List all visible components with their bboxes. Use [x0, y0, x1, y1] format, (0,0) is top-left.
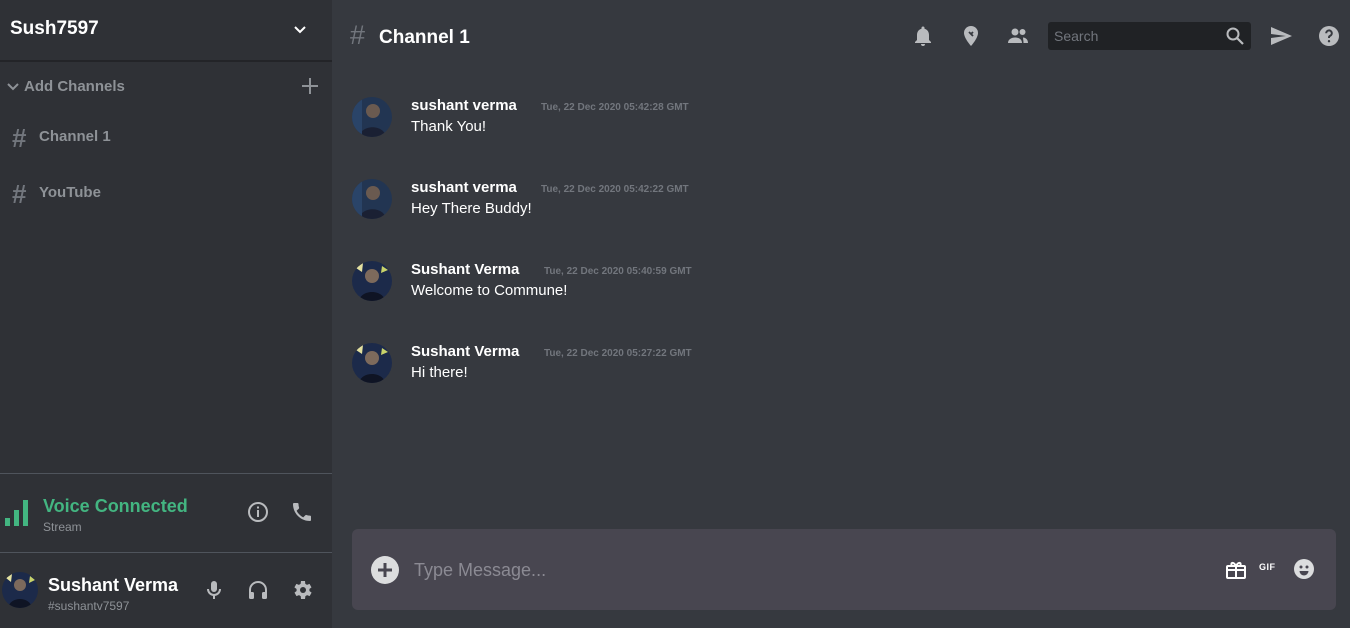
- voice-status-panel: Voice Connected Stream: [0, 473, 332, 553]
- user-tag: #sushantv7597: [48, 599, 130, 613]
- message-author[interactable]: Sushant Verma: [411, 343, 519, 360]
- message: Sushant Verma Tue, 22 Dec 2020 05:27:22 …: [352, 343, 1052, 395]
- bell-icon[interactable]: [911, 24, 935, 48]
- pin-icon[interactable]: [959, 24, 983, 48]
- hash-icon: #: [12, 123, 27, 153]
- server-header[interactable]: Sush7597: [0, 0, 332, 62]
- chat-area: # Channel 1 Search sushant verma Tue, 22…: [332, 0, 1350, 628]
- chevron-down-icon[interactable]: [6, 80, 20, 94]
- message-text: Hey There Buddy!: [411, 200, 532, 217]
- microphone-icon[interactable]: [202, 578, 226, 602]
- sidebar-item-channel-1[interactable]: # Channel 1: [0, 117, 332, 157]
- message-timestamp: Tue, 22 Dec 2020 05:40:59 GMT: [544, 266, 692, 277]
- gift-icon[interactable]: [1224, 557, 1248, 581]
- chevron-down-icon[interactable]: [290, 20, 310, 40]
- channel-category[interactable]: Add Channels: [0, 72, 332, 102]
- message-author[interactable]: sushant verma: [411, 179, 517, 196]
- sidebar-item-youtube[interactable]: # YouTube: [0, 173, 332, 213]
- members-icon[interactable]: [1006, 24, 1030, 48]
- username: Sushant Verma: [48, 575, 179, 595]
- message-text: Welcome to Commune!: [411, 282, 568, 299]
- message: Sushant Verma Tue, 22 Dec 2020 05:40:59 …: [352, 261, 1052, 313]
- avatar[interactable]: [2, 572, 38, 608]
- category-label: Add Channels: [24, 78, 125, 95]
- message-text: Hi there!: [411, 364, 468, 381]
- plus-icon[interactable]: [300, 76, 320, 96]
- message-text: Thank You!: [411, 118, 487, 135]
- avatar[interactable]: [352, 261, 392, 301]
- hash-icon: #: [12, 179, 27, 209]
- avatar[interactable]: [352, 343, 392, 383]
- message-composer: GIF: [352, 529, 1336, 610]
- search-bar[interactable]: [1048, 22, 1251, 50]
- avatar[interactable]: [352, 97, 392, 137]
- server-name: Sush7597: [10, 18, 99, 39]
- message-timestamp: Tue, 22 Dec 2020 05:42:28 GMT: [541, 102, 689, 113]
- voice-channel-name[interactable]: Stream: [43, 520, 82, 534]
- message: sushant verma Tue, 22 Dec 2020 05:42:22 …: [352, 179, 1052, 231]
- gear-icon[interactable]: [290, 578, 314, 602]
- help-icon[interactable]: [1317, 24, 1341, 48]
- channel-label: YouTube: [39, 184, 101, 201]
- add-circle-icon[interactable]: [370, 555, 400, 585]
- signal-bars-icon: [5, 500, 28, 526]
- sidebar: Sush7597 Add Channels # Channel 1 # YouT…: [0, 0, 332, 628]
- message-input[interactable]: [414, 555, 1194, 585]
- send-icon[interactable]: [1269, 24, 1293, 48]
- hash-icon: #: [350, 20, 366, 50]
- info-icon[interactable]: [246, 500, 270, 524]
- headphones-icon[interactable]: [246, 578, 270, 602]
- user-panel: Sushant Verma #sushantv7597: [0, 554, 332, 628]
- message-author[interactable]: sushant verma: [411, 97, 517, 114]
- message-timestamp: Tue, 22 Dec 2020 05:27:22 GMT: [544, 348, 692, 359]
- search-icon[interactable]: [1225, 26, 1245, 46]
- emoji-icon[interactable]: [1292, 557, 1316, 581]
- avatar[interactable]: [352, 179, 392, 219]
- channel-header: # Channel 1: [332, 0, 1350, 72]
- message-author[interactable]: Sushant Verma: [411, 261, 519, 278]
- channel-label: Channel 1: [39, 128, 111, 145]
- page-title: Channel 1: [379, 27, 470, 48]
- search-input[interactable]: [1048, 22, 1218, 50]
- voice-status-title: Voice Connected: [43, 496, 188, 516]
- message: sushant verma Tue, 22 Dec 2020 05:42:28 …: [352, 97, 1052, 149]
- phone-icon[interactable]: [290, 500, 314, 524]
- message-timestamp: Tue, 22 Dec 2020 05:42:22 GMT: [541, 184, 689, 195]
- gif-icon[interactable]: GIF: [1259, 562, 1276, 572]
